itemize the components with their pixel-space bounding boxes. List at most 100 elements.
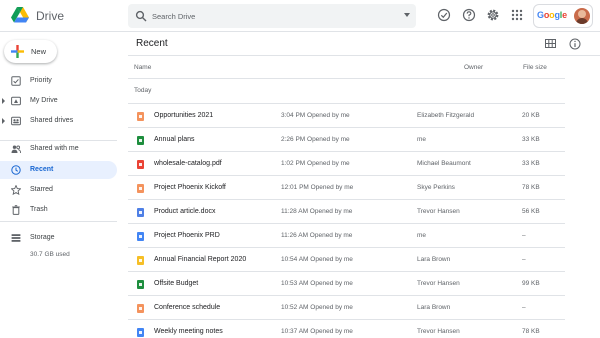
file-type-word-icon: [137, 208, 144, 217]
file-owner: Trevor Hansen: [417, 328, 460, 335]
storage-icon: [11, 234, 21, 242]
file-owner: me: [417, 232, 427, 239]
shared-with-me-icon: [11, 145, 21, 154]
file-name: Conference schedule: [154, 304, 221, 311]
file-last-opened: 1:02 PM Opened by me: [281, 160, 350, 167]
file-type-sheets-icon: [137, 280, 144, 289]
file-name: Weekly meeting notes: [154, 328, 223, 335]
file-last-opened: 10:53 AM Opened by me: [281, 280, 353, 287]
file-size: –: [522, 304, 526, 311]
file-size: –: [522, 256, 526, 263]
file-last-opened: 11:28 AM Opened by me: [281, 208, 353, 215]
column-header-name[interactable]: Name: [134, 64, 151, 71]
file-row[interactable]: Conference schedule 10:52 AM Opened by me…: [128, 295, 565, 319]
account-switcher[interactable]: Google: [533, 4, 593, 28]
file-row[interactable]: Weekly meeting notes 10:37 AM Opened by m…: [128, 319, 565, 338]
apps-grid-icon[interactable]: [510, 8, 524, 22]
file-row[interactable]: Offsite Budget 10:53 AM Opened by me Trevo…: [128, 271, 565, 295]
file-row[interactable]: Opportunities 2021 3:04 PM Opened by me El…: [128, 103, 565, 127]
file-name: Offsite Budget: [154, 280, 199, 287]
header-divider: [128, 55, 600, 56]
storage-used-text: 30.7 GB used: [30, 251, 70, 258]
file-type-sheets-icon: [137, 136, 144, 145]
file-last-opened: 10:52 AM Opened by me: [281, 304, 353, 311]
sidebar-item-priority[interactable]: Priority: [0, 72, 117, 90]
file-owner: Trevor Hansen: [417, 208, 460, 215]
plus-icon: [11, 45, 24, 58]
sidebar-item-recent[interactable]: Recent: [0, 161, 117, 179]
file-last-opened: 10:37 AM Opened by me: [281, 328, 353, 335]
file-last-opened: 2:26 PM Opened by me: [281, 136, 350, 143]
file-row[interactable]: Project Phoenix Kickoff 12:01 PM Opened b…: [128, 175, 565, 199]
drive-logo-icon[interactable]: [11, 7, 29, 23]
file-last-opened: 12:01 PM Opened by me: [281, 184, 354, 191]
search-options-icon[interactable]: [404, 13, 410, 17]
expand-arrow-icon[interactable]: [2, 118, 5, 124]
offline-status-icon[interactable]: [437, 8, 451, 22]
file-owner: me: [417, 136, 427, 143]
search-icon[interactable]: [135, 10, 147, 22]
file-name: Opportunities 2021: [154, 112, 214, 119]
file-name: Annual Financial Report 2020: [154, 256, 247, 263]
file-row[interactable]: Annual Financial Report 2020 10:54 AM Ope…: [128, 247, 565, 271]
file-row[interactable]: wholesale-catalog.pdf 1:02 PM Opened by m…: [128, 151, 565, 175]
app-name[interactable]: Drive: [36, 9, 64, 23]
file-size: 33 KB: [522, 160, 540, 167]
new-button-label: New: [31, 47, 47, 56]
file-type-slides-yellow-icon: [137, 256, 144, 265]
grid-view-icon[interactable]: [545, 38, 556, 49]
priority-icon: [11, 76, 21, 86]
file-owner: Skye Perkins: [417, 184, 455, 191]
sidebar-item-storage[interactable]: Storage: [0, 229, 117, 247]
file-size: 78 KB: [522, 184, 540, 191]
shared-drives-icon: [11, 116, 21, 126]
sidebar-item-label: Shared with me: [30, 145, 79, 152]
settings-gear-icon[interactable]: [486, 8, 500, 22]
sidebar-item-shared-drives[interactable]: Shared drives: [0, 112, 117, 130]
file-size: –: [522, 232, 526, 239]
file-size: 78 KB: [522, 328, 540, 335]
page-title: Recent: [136, 38, 168, 49]
file-name: Project Phoenix PRD: [154, 232, 220, 239]
file-row[interactable]: Annual plans 2:26 PM Opened by me me 33 KB: [128, 127, 565, 151]
search-input[interactable]: [152, 9, 382, 23]
file-owner: Trevor Hansen: [417, 280, 460, 287]
file-type-docs-icon: [137, 328, 144, 337]
column-header-divider: [128, 78, 565, 79]
new-button[interactable]: New: [4, 40, 57, 63]
file-owner: Lara Brown: [417, 304, 451, 311]
file-type-docs-icon: [137, 232, 144, 241]
column-header-owner[interactable]: Owner: [464, 64, 483, 71]
file-last-opened: 10:54 AM Opened by me: [281, 256, 353, 263]
file-last-opened: 3:04 PM Opened by me: [281, 112, 350, 119]
expand-arrow-icon[interactable]: [2, 98, 5, 104]
avatar[interactable]: [574, 8, 590, 24]
file-type-slides-icon: [137, 184, 144, 193]
file-name: wholesale-catalog.pdf: [154, 160, 222, 167]
file-size: 20 KB: [522, 112, 540, 119]
sidebar-item-my-drive[interactable]: My Drive: [0, 92, 117, 110]
file-type-slides-icon: [137, 304, 144, 313]
column-header-file-size[interactable]: File size: [523, 64, 547, 71]
file-row[interactable]: Product article.docx 11:28 AM Opened by m…: [128, 199, 565, 223]
section-label-today: Today: [134, 87, 152, 94]
sidebar-item-trash[interactable]: Trash: [0, 201, 117, 219]
info-icon[interactable]: [569, 38, 581, 50]
file-size: 99 KB: [522, 280, 540, 287]
search-bar[interactable]: [128, 4, 416, 28]
sidebar-divider: [0, 221, 117, 222]
sidebar-item-label: Starred: [30, 186, 53, 193]
sidebar-item-shared-with-me[interactable]: Shared with me: [0, 140, 117, 158]
sidebar-item-starred[interactable]: Starred: [0, 181, 117, 199]
top-bar: Drive Google: [0, 0, 600, 32]
file-name: Project Phoenix Kickoff: [154, 184, 226, 191]
sidebar-item-label: Priority: [30, 77, 52, 84]
file-owner: Lara Brown: [417, 256, 451, 263]
trash-icon: [12, 205, 20, 215]
sidebar-item-label: Recent: [30, 166, 54, 173]
file-row[interactable]: Project Phoenix PRD 11:26 AM Opened by me…: [128, 223, 565, 247]
file-size: 33 KB: [522, 136, 540, 143]
file-size: 56 KB: [522, 208, 540, 215]
file-owner: Michael Beaumont: [417, 160, 471, 167]
help-icon[interactable]: [462, 8, 476, 22]
